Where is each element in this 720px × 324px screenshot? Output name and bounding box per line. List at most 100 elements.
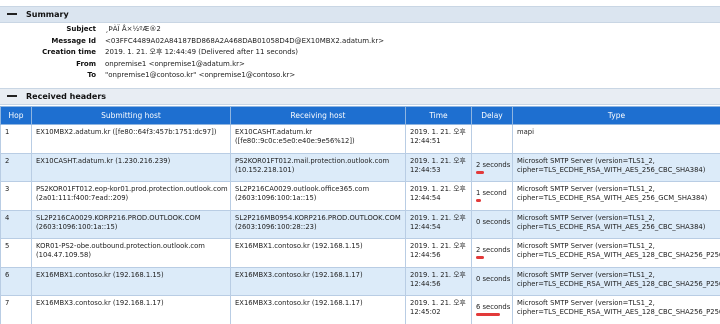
- cell-text: (10.152.218.101): [235, 165, 295, 174]
- receiving-host-cell: SL2P216MB0954.KORP216.PROD.OUTLOOK.COM (2…: [230, 209, 406, 239]
- summary-title: Summary: [26, 10, 69, 19]
- delay-bar: [476, 170, 484, 174]
- received-headers-table: Hop Submitting host Receiving host Time …: [0, 106, 720, 324]
- type-cell: Microsoft SMTP Server (version=TLS1_2, ci…: [512, 152, 720, 182]
- received-headers-title: Received headers: [26, 92, 107, 101]
- summary-label: To: [87, 71, 96, 80]
- cell-text: cipher=TLS_ECDHE_RSA_WITH_AES_256_CBC_SH…: [517, 222, 706, 231]
- collapse-icon[interactable]: [6, 6, 20, 23]
- cell-text: Microsoft SMTP Server (version=TLS1_2,: [517, 156, 655, 165]
- cell-text: (2603:1096:100:1a::15): [235, 194, 317, 203]
- delay-cell: 6 seconds: [471, 295, 513, 324]
- table-row: 3 PS2KOR01FT012.eop-kor01.prod.protection…: [0, 181, 720, 211]
- cell-text: cipher=TLS_ECDHE_RSA_WITH_AES_128_CBC_SH…: [517, 279, 720, 288]
- cell-text: SL2P216MB0954.KORP216.PROD.OUTLOOK.COM: [235, 213, 401, 222]
- summary-section-header[interactable]: Summary: [0, 6, 720, 23]
- receiving-host-cell: EX16MBX3.contoso.kr (192.168.1.17): [230, 295, 406, 324]
- time-cell: 2019. 1. 21. 오후 12:44:56: [405, 266, 472, 296]
- cell-text: 2019. 1. 21. 오후: [410, 242, 466, 250]
- cell-text: cipher=TLS_ECDHE_RSA_WITH_AES_256_GCM_SH…: [517, 194, 708, 203]
- delay-text: 1 second: [476, 189, 507, 197]
- cell-text: (2603:1096:100:28::23): [235, 222, 317, 231]
- cell-text: KOR01-PS2-obe.outbound.protection.outloo…: [36, 242, 205, 250]
- received-headers-section-header[interactable]: Received headers: [0, 88, 720, 105]
- column-header-type[interactable]: Type: [512, 106, 720, 125]
- hop-number: 1: [5, 128, 10, 136]
- delay-text: 2 seconds: [476, 246, 511, 254]
- hop-cell: 7: [0, 295, 32, 324]
- type-cell: Microsoft SMTP Server (version=TLS1_2, ci…: [512, 266, 720, 296]
- delay-cell: 2 seconds: [471, 238, 513, 268]
- hop-number: 5: [5, 242, 10, 250]
- type-cell: Microsoft SMTP Server (version=TLS1_2, ci…: [512, 295, 720, 324]
- hop-cell: 6: [0, 266, 32, 296]
- cell-text: (104.47.109.58): [36, 251, 92, 260]
- column-header-submitting-host[interactable]: Submitting host: [31, 106, 231, 125]
- summary-row-to: To "onpremise1@contoso.kr" <onpremise1@c…: [0, 70, 720, 82]
- delay-text: 0 seconds: [476, 217, 511, 226]
- hop-cell: 1: [0, 124, 32, 154]
- submitting-host-cell: PS2KOR01FT012.eop-kor01.prod.protection.…: [31, 181, 231, 211]
- cell-text: Microsoft SMTP Server (version=TLS1_2,: [517, 270, 655, 279]
- submitting-host-cell: EX10MBX2.adatum.kr ([fe80::64f3:457b:175…: [31, 124, 231, 154]
- cell-text: (2a01:111:f400:7ead::209): [36, 194, 129, 203]
- table-row: 4 SL2P216CA0029.KORP216.PROD.OUTLOOK.COM(…: [0, 209, 720, 239]
- summary-value: <03FFC4489A02A84187BD868A2A468DAB01058D4…: [105, 36, 385, 45]
- type-cell: Microsoft SMTP Server (version=TLS1_2, ci…: [512, 209, 720, 239]
- hop-number: 4: [5, 213, 10, 222]
- hop-cell: 2: [0, 152, 32, 182]
- cell-text: 2019. 1. 21. 오후: [410, 299, 466, 307]
- cell-text: 2019. 1. 21. 오후: [410, 270, 466, 279]
- receiving-host-cell: EX16MBX3.contoso.kr (192.168.1.17): [230, 266, 406, 296]
- submitting-host-cell: SL2P216CA0029.KORP216.PROD.OUTLOOK.COM (2…: [31, 209, 231, 239]
- column-header-delay[interactable]: Delay: [471, 106, 513, 125]
- summary-label: From: [76, 59, 96, 68]
- receiving-host-cell: PS2KOR01FT012.mail.protection.outlook.co…: [230, 152, 406, 182]
- table-row: 5 KOR01-PS2-obe.outbound.protection.outlo…: [0, 238, 720, 268]
- collapse-icon[interactable]: [6, 88, 20, 105]
- delay-cell: 0 seconds: [471, 266, 513, 296]
- delay-cell: [471, 124, 513, 154]
- receiving-host-cell: EX16MBX1.contoso.kr (192.168.1.15): [230, 238, 406, 268]
- column-header-hop[interactable]: Hop: [0, 106, 32, 125]
- cell-text: 12:44:56: [410, 279, 441, 288]
- type-cell: Microsoft SMTP Server (version=TLS1_2, ci…: [512, 238, 720, 268]
- summary-value: ¸ÞÀÏ Å×½ºÆ®2: [105, 25, 161, 33]
- delay-cell: 1 second: [471, 181, 513, 211]
- hop-cell: 3: [0, 181, 32, 211]
- hop-number: 3: [5, 185, 10, 193]
- cell-text: 2019. 1. 21. 오후: [410, 128, 466, 136]
- cell-text: cipher=TLS_ECDHE_RSA_WITH_AES_256_CBC_SH…: [517, 165, 706, 174]
- cell-text: 12:44:56: [410, 251, 441, 260]
- summary-label: Subject: [66, 25, 96, 33]
- delay-text: 2 seconds: [476, 160, 511, 169]
- cell-text: ([fe80::9c0c:e5e0:e40e:9e56%12]): [235, 137, 355, 146]
- submitting-host-cell: EX10CASHT.adatum.kr (1.230.216.239): [31, 152, 231, 182]
- cell-text: (2603:1096:100:1a::15): [36, 222, 118, 231]
- summary-value: 2019. 1. 21. 오후 12:44:49 (Delivered afte…: [105, 48, 299, 57]
- column-header-time[interactable]: Time: [405, 106, 472, 125]
- delay-bar: [476, 313, 500, 317]
- delay-bar: [476, 199, 481, 203]
- cell-text: EX10CASHT.adatum.kr (1.230.216.239): [36, 156, 171, 165]
- column-header-receiving-host[interactable]: Receiving host: [230, 106, 406, 125]
- cell-text: SL2P216CA0029.outlook.office365.com: [235, 185, 370, 193]
- cell-text: EX16MBX3.contoso.kr (192.168.1.17): [36, 299, 164, 307]
- summary-fields: Subject ¸ÞÀÏ Å×½ºÆ®2 Message Id <03FFC44…: [0, 24, 720, 82]
- cell-text: 12:44:51: [410, 137, 441, 146]
- submitting-host-cell: EX16MBX1.contoso.kr (192.168.1.15): [31, 266, 231, 296]
- receiving-host-cell: SL2P216CA0029.outlook.office365.com (2603…: [230, 181, 406, 211]
- table-row: 7 EX16MBX3.contoso.kr (192.168.1.17) EX16M…: [0, 295, 720, 324]
- cell-text: EX16MBX1.contoso.kr (192.168.1.15): [36, 270, 164, 279]
- time-cell: 2019. 1. 21. 오후 12:44:54: [405, 209, 472, 239]
- summary-value: onpremise1 <onpremise1@adatum.kr>: [105, 59, 245, 68]
- cell-text: Microsoft SMTP Server (version=TLS1_2,: [517, 213, 655, 222]
- cell-text: Microsoft SMTP Server (version=TLS1_2,: [517, 299, 655, 307]
- delay-cell: 0 seconds: [471, 209, 513, 239]
- cell-text: 12:44:53: [410, 165, 441, 174]
- time-cell: 2019. 1. 21. 오후 12:44:53: [405, 152, 472, 182]
- summary-row-creation-time: Creation time 2019. 1. 21. 오후 12:44:49 (…: [0, 47, 720, 59]
- delay-bar: [476, 256, 484, 260]
- table-row: 6 EX16MBX1.contoso.kr (192.168.1.15) EX16M…: [0, 266, 720, 296]
- hop-number: 7: [5, 299, 10, 307]
